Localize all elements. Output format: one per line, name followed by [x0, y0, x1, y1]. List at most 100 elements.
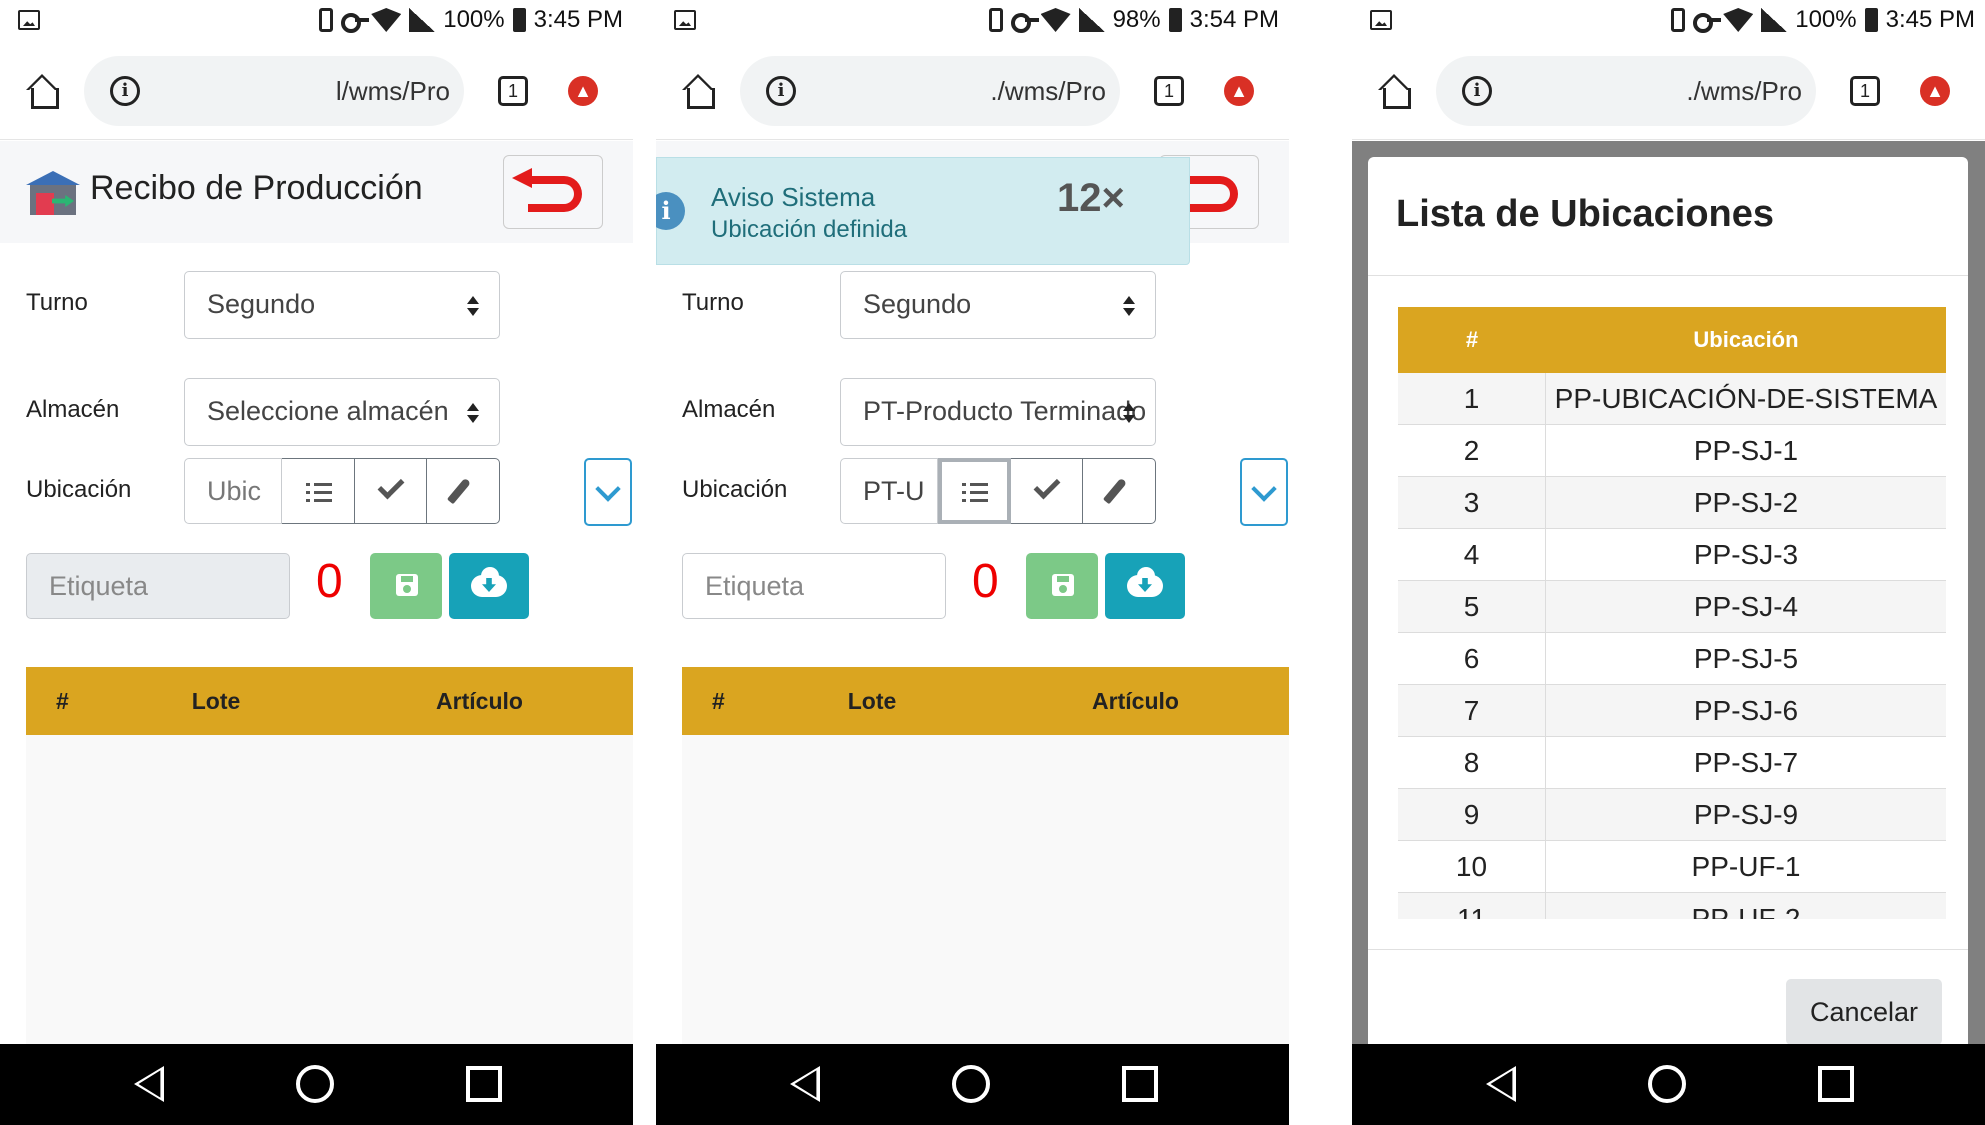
items-table: # Lote Artículo — [26, 667, 633, 1045]
table-row[interactable]: 5 PP-SJ-4 — [1398, 581, 1946, 633]
items-table: # Lote Artículo — [682, 667, 1289, 1045]
almacen-select[interactable]: Seleccione almacén — [184, 378, 500, 446]
table-header: # Lote Artículo — [682, 667, 1289, 735]
clear-button[interactable] — [1083, 458, 1156, 524]
brush-icon — [447, 477, 472, 505]
etiqueta-input[interactable]: Etiqueta — [26, 553, 290, 619]
url-bar[interactable]: i l/wms/Pro — [84, 56, 464, 126]
battery-icon — [1864, 8, 1878, 32]
url-text[interactable]: l/wms/Pro — [336, 76, 450, 107]
save-button[interactable] — [370, 553, 442, 619]
row-ubicacion: PP-SJ-1 — [1693, 435, 1799, 466]
confirm-button[interactable] — [1010, 458, 1084, 524]
wifi-icon — [1723, 8, 1754, 32]
back-button[interactable] — [503, 155, 603, 229]
col-articulo: Artículo — [436, 688, 523, 714]
almacen-label: Almacén — [682, 396, 776, 423]
table-row[interactable]: 9 PP-SJ-9 — [1398, 789, 1946, 841]
list-button[interactable] — [937, 458, 1011, 524]
etiqueta-input[interactable]: Etiqueta — [682, 553, 946, 619]
list-button[interactable] — [281, 458, 355, 524]
url-text[interactable]: ./wms/Pro — [1686, 76, 1802, 107]
table-row[interactable]: 3 PP-SJ-2 — [1398, 477, 1946, 529]
signal-icon — [1078, 8, 1105, 32]
table-row[interactable]: 2 PP-SJ-1 — [1398, 425, 1946, 477]
update-icon[interactable]: ▲ — [1920, 76, 1950, 106]
almacen-label: Almacén — [26, 396, 120, 423]
wifi-icon — [1040, 8, 1071, 32]
table-row[interactable]: 8 PP-SJ-7 — [1398, 737, 1946, 789]
tab-switcher-icon[interactable]: 1 — [1154, 76, 1184, 106]
gallery-notification-icon — [18, 10, 40, 30]
turno-select[interactable]: Segundo — [184, 271, 500, 339]
table-row[interactable]: 11 PP-UF-2 — [1398, 893, 1946, 919]
tab-switcher-icon[interactable]: 1 — [1850, 76, 1880, 106]
download-button[interactable] — [449, 553, 529, 619]
almacen-value: PT-Producto Terminado — [863, 396, 1147, 426]
url-text[interactable]: ./wms/Pro — [990, 76, 1106, 107]
ubicacion-group: PT-U — [840, 458, 1156, 524]
nav-back-icon[interactable] — [790, 1066, 820, 1102]
download-button[interactable] — [1105, 553, 1185, 619]
col-articulo: Artículo — [1092, 688, 1179, 714]
nav-recents-icon[interactable] — [1818, 1066, 1854, 1102]
signal-icon — [1761, 8, 1788, 32]
update-icon[interactable]: ▲ — [568, 76, 598, 106]
table-row[interactable]: 4 PP-SJ-3 — [1398, 529, 1946, 581]
ubicacion-input[interactable]: PT-U — [840, 458, 938, 524]
page-header: Recibo de Producción — [0, 141, 633, 243]
nav-back-icon[interactable] — [134, 1066, 164, 1102]
browser-toolbar: i l/wms/Pro 1 ▲ — [0, 44, 633, 140]
save-icon — [1052, 574, 1074, 596]
tab-switcher-icon[interactable]: 1 — [498, 76, 528, 106]
nav-back-icon[interactable] — [1486, 1066, 1516, 1102]
row-number: 11 — [1398, 893, 1546, 919]
clear-button[interactable] — [427, 458, 500, 524]
table-body — [682, 735, 1289, 1045]
nav-recents-icon[interactable] — [1122, 1066, 1158, 1102]
ubicacion-input[interactable]: Ubic — [184, 458, 282, 524]
cancel-button[interactable]: Cancelar — [1786, 979, 1942, 1045]
row-ubicacion: PP-SJ-9 — [1693, 799, 1799, 830]
nav-home-icon[interactable] — [296, 1065, 334, 1103]
info-icon[interactable]: i — [110, 76, 140, 106]
info-icon[interactable]: i — [766, 76, 796, 106]
vpn-key-icon — [1693, 9, 1722, 33]
expand-button[interactable] — [1240, 458, 1288, 526]
page-title: Recibo de Producción — [90, 169, 423, 207]
system-toast[interactable]: i Aviso Sistema Ubicación definida 12× — [656, 157, 1190, 265]
info-circle-icon: i — [656, 192, 685, 230]
url-bar[interactable]: i ./wms/Pro — [1436, 56, 1816, 126]
update-icon[interactable]: ▲ — [1224, 76, 1254, 106]
info-icon[interactable]: i — [1462, 76, 1492, 106]
table-row[interactable]: 10 PP-UF-1 — [1398, 841, 1946, 893]
gallery-notification-icon — [674, 10, 696, 30]
table-row[interactable]: 6 PP-SJ-5 — [1398, 633, 1946, 685]
turno-value: Segundo — [207, 289, 316, 319]
save-button[interactable] — [1026, 553, 1098, 619]
table-row[interactable]: 7 PP-SJ-6 — [1398, 685, 1946, 737]
table-row[interactable]: 1 PP-UBICACIÓN-DE-SISTEMA — [1398, 373, 1946, 425]
col-num: # — [1465, 327, 1479, 352]
check-icon — [377, 472, 404, 500]
almacen-select[interactable]: PT-Producto Terminado — [840, 378, 1156, 446]
row-number: 10 — [1398, 841, 1546, 892]
confirm-button[interactable] — [354, 458, 428, 524]
turno-select[interactable]: Segundo — [840, 271, 1156, 339]
browser-toolbar: i ./wms/Pro 1 ▲ — [1352, 44, 1985, 140]
expand-button[interactable] — [584, 458, 632, 526]
home-icon[interactable] — [682, 74, 715, 109]
toast-close-button[interactable]: 12× — [1057, 176, 1125, 221]
home-icon[interactable] — [1378, 74, 1411, 109]
save-icon — [396, 574, 418, 596]
col-num: # — [56, 688, 69, 714]
col-ubicacion: Ubicación — [1693, 327, 1799, 352]
select-caret-icon — [467, 403, 479, 423]
url-bar[interactable]: i ./wms/Pro — [740, 56, 1120, 126]
nav-home-icon[interactable] — [1648, 1065, 1686, 1103]
warehouse-icon — [26, 171, 80, 215]
row-ubicacion: PP-UF-1 — [1691, 851, 1801, 882]
nav-home-icon[interactable] — [952, 1065, 990, 1103]
nav-recents-icon[interactable] — [466, 1066, 502, 1102]
home-icon[interactable] — [26, 74, 59, 109]
